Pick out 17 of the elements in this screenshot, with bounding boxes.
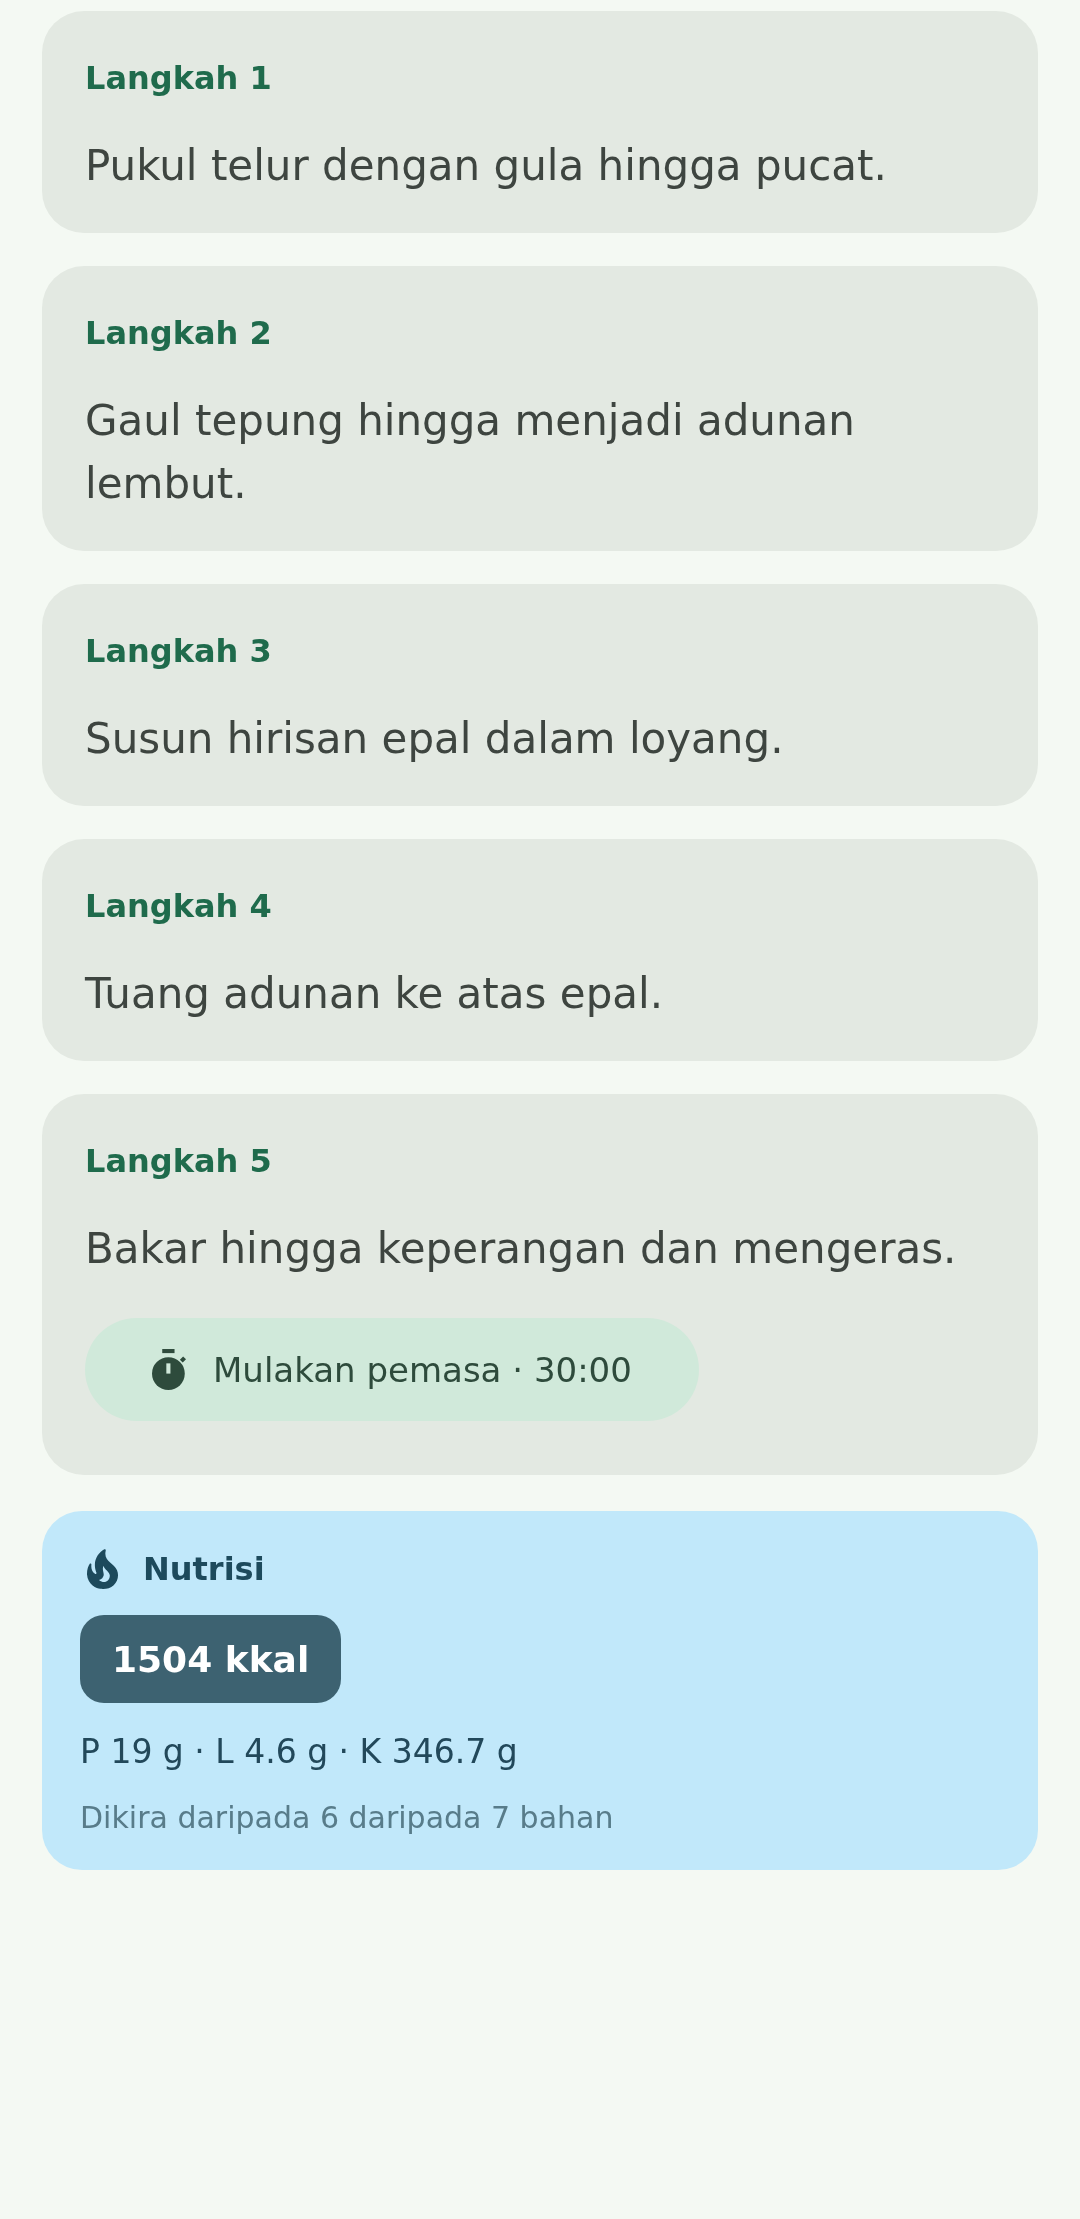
step-label: Langkah 5 [85, 1141, 272, 1182]
step-text: Susun hirisan epal dalam loyang. [85, 713, 784, 765]
step-label: Langkah 4 [85, 886, 272, 927]
step-label: Langkah 1 [85, 58, 272, 99]
start-timer-button[interactable]: Mulakan pemasa · 30:00 [85, 1318, 699, 1421]
stopwatch-icon [152, 1349, 186, 1390]
macros-text: P 19 g · L 4.6 g · K 346.7 g [80, 1731, 518, 1773]
nutrition-title: Nutrisi [143, 1549, 265, 1590]
step-text: Bakar hingga keperangan dan mengeras. [85, 1223, 957, 1275]
step-label: Langkah 2 [85, 313, 272, 354]
step-text: Tuang adunan ke atas epal. [85, 968, 664, 1020]
step-text: Pukul telur dengan gula hingga pucat. [85, 140, 887, 192]
step-text: Gaul tepung hingga menjadi adunan lembut. [85, 395, 856, 510]
step-label: Langkah 3 [85, 631, 272, 672]
flame-icon [86, 1549, 119, 1589]
estimate-note: Dikira daripada 6 daripada 7 bahan [80, 1799, 614, 1837]
calorie-badge: 1504 kkal [80, 1615, 342, 1703]
